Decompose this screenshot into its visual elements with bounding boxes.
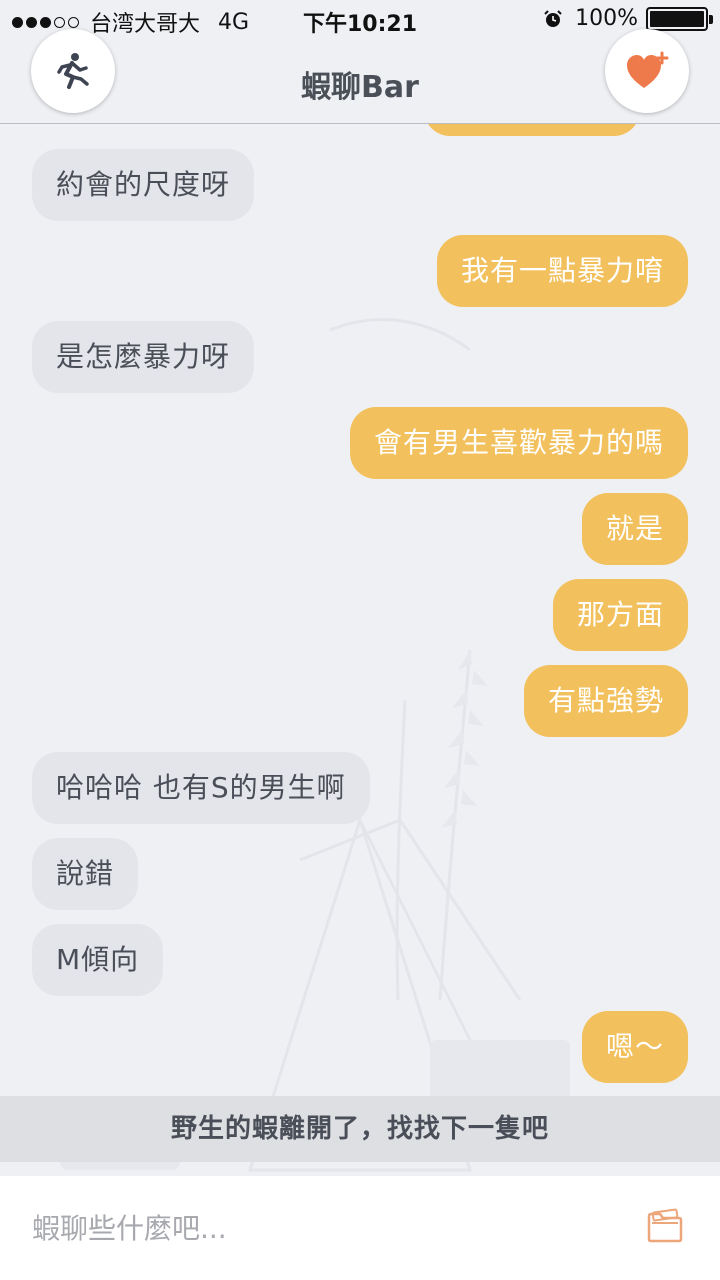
message-bubble-incoming: M傾向 [32, 924, 164, 996]
alarm-icon [544, 9, 562, 27]
message-bubble-outgoing: 有點強勢 [523, 665, 688, 737]
message-bubble-incoming: 約會的尺度呀 [32, 149, 255, 221]
message-bubble-partial [424, 124, 640, 136]
partner-left-notice: 野生的蝦離開了，找找下一隻吧 [0, 1096, 720, 1162]
message-list[interactable]: 約會的尺度呀 我有一點暴力唷 是怎麼暴力呀 會有男生喜歡暴力的嗎 就是 那方面 … [0, 124, 720, 1096]
message-bubble-incoming: 哈哈哈 也有S的男生啊 [32, 752, 370, 824]
message-bubble-outgoing: 會有男生喜歡暴力的嗎 [349, 407, 688, 479]
message-bubble-incoming: 是怎麼暴力呀 [32, 321, 255, 393]
chat-screen: 台湾大哥大 4G 下午10:21 100% 蝦聊Bar 約會的尺度呀 我有一點暴… [0, 0, 720, 1280]
running-person-icon [57, 53, 89, 89]
status-bar: 台湾大哥大 4G 下午10:21 100% [0, 0, 720, 40]
add-favorite-button[interactable] [605, 29, 689, 113]
message-bubble-outgoing: 我有一點暴力唷 [436, 235, 688, 307]
input-bar [0, 1176, 720, 1280]
message-bubble-outgoing: 嗯～ [581, 1011, 688, 1083]
heart-plus-icon [627, 51, 669, 88]
battery-icon [646, 6, 713, 31]
status-right: 100% [543, 6, 713, 31]
folder-icon[interactable] [646, 1208, 684, 1244]
leave-chat-button[interactable] [31, 29, 115, 113]
message-bubble-incoming: 說錯 [32, 838, 139, 910]
message-bubble-outgoing: 就是 [581, 493, 688, 565]
battery-percent: 100% [575, 6, 638, 31]
message-bubble-outgoing: 那方面 [552, 579, 688, 651]
message-input[interactable] [32, 1200, 622, 1256]
